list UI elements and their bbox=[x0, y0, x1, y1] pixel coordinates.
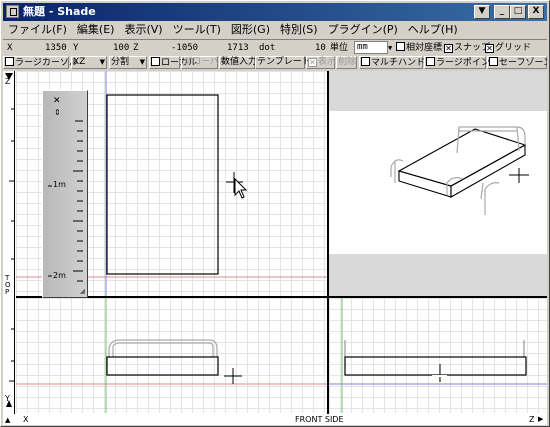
multi-handle-checkbox[interactable]: マルチハンドル bbox=[359, 56, 434, 69]
ruler-ticks bbox=[5, 73, 15, 407]
grid-checkbox[interactable]: ✕ グリッド bbox=[485, 40, 531, 56]
bed-front-rect bbox=[106, 356, 219, 376]
checked-icon: ✕ bbox=[485, 44, 494, 53]
checked-icon: ✕ bbox=[308, 58, 317, 67]
unit-select-value: mm bbox=[357, 42, 368, 52]
ruler-palette[interactable]: ✕ ⇕ 1m 2m ◢ bbox=[42, 90, 88, 298]
headboard-front bbox=[108, 339, 218, 357]
unit-label: 単位 bbox=[330, 43, 349, 53]
menu-shape[interactable]: 図形(G) bbox=[226, 21, 275, 39]
chevron-down-icon: ▼ bbox=[139, 58, 145, 66]
resize-grip-icon[interactable]: ◢ bbox=[80, 287, 85, 295]
view-name: FRONT SIDE bbox=[295, 415, 344, 424]
chevron-down-icon: ▼ bbox=[99, 58, 105, 66]
minimize-button[interactable]: _ bbox=[494, 5, 510, 19]
left-arrow-icon[interactable]: ▲ bbox=[5, 415, 10, 426]
x-coord-value[interactable]: 1350 bbox=[45, 40, 67, 56]
z-coord-label: Z bbox=[133, 43, 139, 53]
safe-zone-label: セーフゾーン bbox=[499, 58, 547, 68]
perspective-view-pane[interactable] bbox=[329, 71, 547, 296]
menu-file[interactable]: ファイル(F) bbox=[3, 21, 72, 39]
bed-front-face bbox=[398, 170, 452, 198]
menu-edit[interactable]: 編集(E) bbox=[72, 21, 120, 39]
menu-bar: ファイル(F) 編集(E) 表示(V) ツール(T) 図形(G) 特別(S) プラグイン(P… bbox=[3, 21, 547, 39]
menu-special[interactable]: 特別(S) bbox=[275, 21, 323, 39]
snap-checkbox[interactable]: ✕ スナップ bbox=[444, 40, 490, 56]
maximize-button[interactable]: □ bbox=[510, 5, 526, 19]
top-view-label: TOP bbox=[5, 274, 11, 296]
chevron-down-icon[interactable]: ▼ bbox=[388, 44, 392, 52]
checkbox-icon bbox=[151, 57, 160, 66]
vertical-ruler[interactable]: Z TOP Y bbox=[3, 71, 15, 414]
chevron-down-icon[interactable]: ▼ bbox=[474, 5, 490, 19]
menu-help[interactable]: ヘルプ(H) bbox=[403, 21, 463, 39]
scale-value[interactable]: 10 bbox=[315, 40, 326, 56]
headboard-frame bbox=[456, 126, 526, 154]
title-bar[interactable]: 無題 - Shade ▼ _ □ X bbox=[3, 3, 547, 21]
status-ruler: ▲ X FRONT SIDE Z ▶ bbox=[3, 414, 547, 425]
grid-label: グリッド bbox=[495, 43, 532, 53]
coordinate-bar: X 1350 Y 100 Z -1050 1713 dot 10 単位 mm ▼ … bbox=[3, 39, 547, 55]
y-coord-label: Y bbox=[73, 43, 79, 53]
perspective-canvas[interactable] bbox=[329, 71, 547, 296]
bed-top-rect bbox=[106, 94, 219, 275]
checkbox-icon bbox=[426, 57, 435, 66]
ruler-mark-1m: 1m bbox=[53, 180, 66, 189]
bed-top-face bbox=[397, 128, 527, 187]
divide-label: 分割 bbox=[111, 57, 130, 67]
large-point-checkbox[interactable]: ラージポイント bbox=[424, 56, 499, 69]
safe-zone-checkbox[interactable]: セーフゾーン bbox=[487, 56, 547, 69]
checkbox-icon bbox=[489, 57, 498, 66]
relative-coords-label: 相対座標 bbox=[406, 43, 443, 53]
front-view-pane[interactable] bbox=[16, 298, 327, 413]
figure-window: Z TOP Y ✕ ⇕ 1m 2m ◢ bbox=[3, 71, 547, 414]
template-button[interactable]: テンプレート bbox=[255, 56, 311, 69]
front-view-canvas[interactable] bbox=[16, 298, 327, 413]
show-label: 表示 bbox=[318, 57, 337, 67]
plane-select[interactable]: XZ ▼ bbox=[71, 56, 107, 69]
relative-coords-checkbox[interactable]: 相対座標 bbox=[396, 40, 442, 56]
size-value[interactable]: 1713 bbox=[227, 40, 249, 56]
tool-bar: ラージカーソル XZ ▼ 分割 ▼ ローカル グローバル 数値入力 テンプレート ✕… bbox=[3, 55, 547, 70]
show-checkbox[interactable]: ✕ 表示 bbox=[306, 56, 337, 69]
global-button[interactable]: グローバル bbox=[181, 56, 228, 69]
window-title: 無題 - Shade bbox=[23, 5, 96, 18]
divide-select[interactable]: 分割 ▼ bbox=[109, 56, 147, 69]
right-arrow-icon[interactable]: ▶ bbox=[538, 414, 543, 425]
numeric-input-button[interactable]: 数値入力 bbox=[219, 56, 257, 69]
y-coord-value[interactable]: 100 bbox=[113, 40, 129, 56]
checkbox-icon bbox=[396, 42, 405, 51]
bed-side-rect bbox=[344, 356, 527, 376]
delete-button[interactable]: 削除 bbox=[336, 56, 357, 69]
checked-icon: ✕ bbox=[444, 44, 453, 53]
side-view-pane[interactable] bbox=[329, 298, 547, 413]
plane-select-value: XZ bbox=[73, 57, 86, 67]
application-window: 無題 - Shade ▼ _ □ X ファイル(F) 編集(E) 表示(V) ツール(… bbox=[0, 0, 550, 427]
x-axis-status: X bbox=[23, 415, 29, 424]
x-coord-label: X bbox=[7, 43, 13, 53]
shade-app-icon[interactable] bbox=[6, 5, 19, 18]
large-cursor-label: ラージカーソル bbox=[15, 58, 78, 68]
bed-side-face bbox=[450, 144, 526, 198]
ruler-mark-2m: 2m bbox=[53, 271, 66, 280]
local-checkbox[interactable]: ローカル bbox=[149, 56, 197, 69]
size-unit: dot bbox=[259, 43, 276, 53]
close-button[interactable]: X bbox=[528, 5, 544, 19]
z-axis-label: Z bbox=[5, 77, 11, 86]
large-cursor-checkbox[interactable]: ラージカーソル bbox=[3, 56, 78, 69]
y-axis-label: Y bbox=[5, 394, 10, 403]
z-axis-status: Z bbox=[529, 415, 535, 424]
side-view-canvas[interactable] bbox=[329, 298, 547, 413]
unit-select[interactable]: mm bbox=[354, 41, 388, 54]
ruler-scale bbox=[48, 120, 83, 282]
z-coord-value[interactable]: -1050 bbox=[171, 40, 198, 56]
menu-plugin[interactable]: プラグイン(P) bbox=[323, 21, 403, 39]
menu-tools[interactable]: ツール(T) bbox=[168, 21, 226, 39]
menu-view[interactable]: 表示(V) bbox=[119, 21, 167, 39]
checkbox-icon bbox=[5, 57, 14, 66]
checkbox-icon bbox=[361, 57, 370, 66]
